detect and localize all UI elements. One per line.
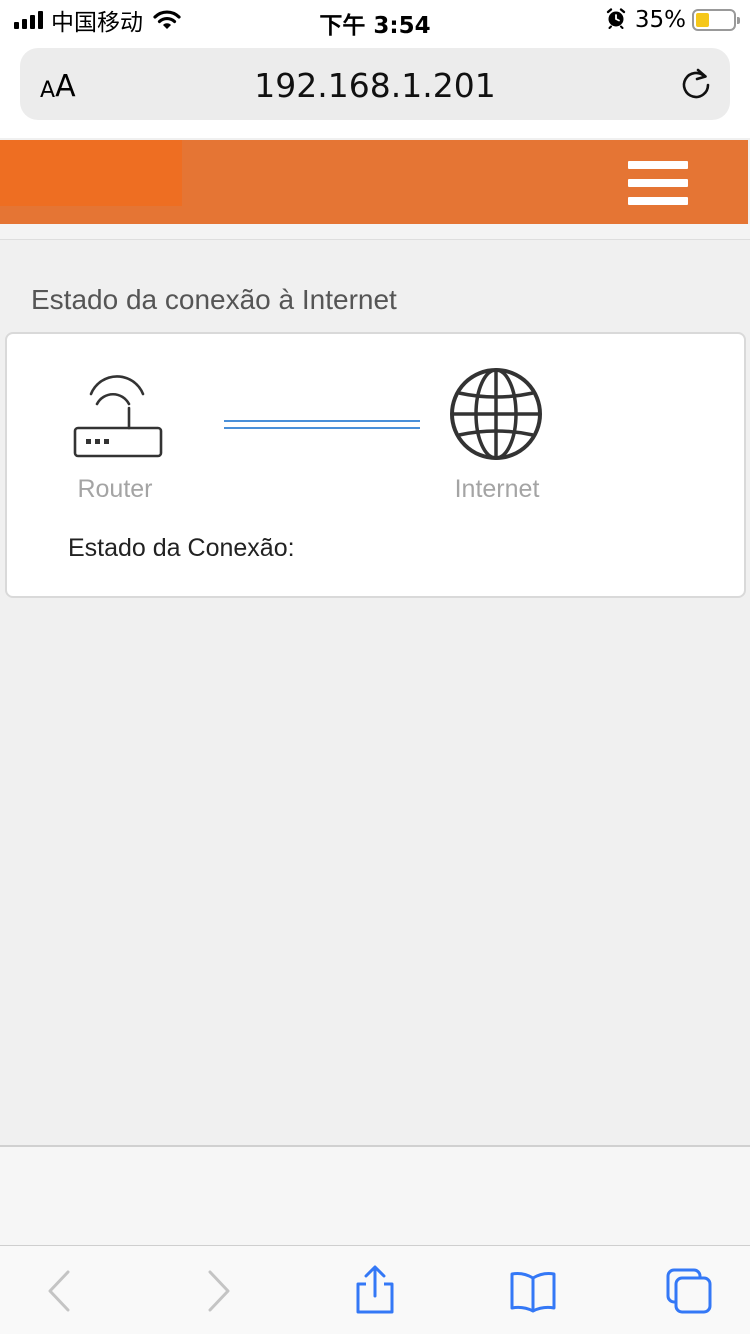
- connection-status-label: Estado da Conexão:: [68, 534, 295, 562]
- hamburger-menu-icon[interactable]: [628, 161, 688, 209]
- forward-arrow-icon[interactable]: [192, 1266, 242, 1316]
- battery-level-fill: [696, 13, 709, 27]
- site-logo[interactable]: [0, 140, 182, 206]
- tabs-icon[interactable]: [664, 1266, 714, 1316]
- status-bar-right: 35%: [605, 6, 740, 34]
- browser-toolbar: [0, 1245, 750, 1334]
- header-divider: [0, 224, 750, 240]
- page-footer-area: [0, 1147, 750, 1245]
- connection-link-line: [224, 420, 420, 429]
- page-title: Estado da conexão à Internet: [31, 284, 397, 315]
- status-bar: 中国移动 下午 3:54 35%: [0, 0, 750, 40]
- battery-icon: [692, 9, 740, 31]
- share-icon[interactable]: [350, 1264, 400, 1314]
- url-text[interactable]: 192.168.1.201: [20, 66, 730, 105]
- router-icon: [69, 374, 165, 462]
- internet-label: Internet: [454, 475, 540, 503]
- globe-icon: [449, 367, 543, 461]
- bookmarks-icon[interactable]: [508, 1266, 558, 1316]
- battery-percent: 35%: [634, 7, 686, 33]
- browser-top-bar: A A 192.168.1.201: [0, 40, 750, 138]
- site-header: [0, 140, 748, 224]
- router-label: Router: [77, 475, 153, 503]
- reload-icon[interactable]: [678, 66, 714, 102]
- address-bar[interactable]: A A 192.168.1.201: [20, 48, 730, 120]
- connection-status-card: Router Internet Estado da Conexão:: [5, 332, 746, 598]
- alarm-icon: [605, 7, 627, 34]
- back-arrow-icon[interactable]: [36, 1266, 86, 1316]
